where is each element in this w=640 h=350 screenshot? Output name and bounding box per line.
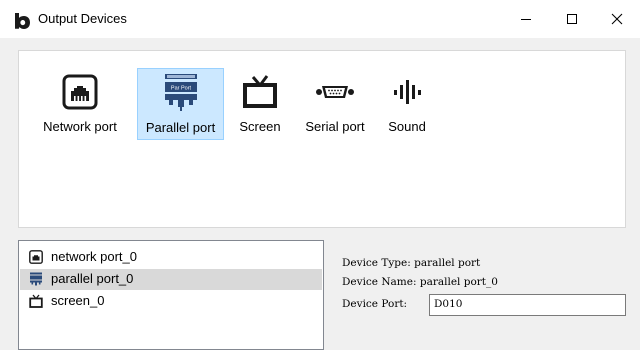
device-label: Screen (239, 119, 281, 134)
minimize-button[interactable] (503, 0, 549, 38)
close-icon (611, 13, 623, 25)
device-label: Serial port (305, 119, 365, 134)
sound-icon (394, 80, 421, 104)
device-network-port[interactable]: Network port (32, 68, 128, 140)
device-port-label: Device Port: (342, 298, 408, 310)
title-bar: Output Devices (0, 0, 640, 38)
device-screen[interactable]: Screen (232, 68, 288, 140)
minimize-icon (521, 19, 531, 20)
device-port-input[interactable]: D010 (429, 294, 626, 316)
parallel-port-icon (30, 272, 42, 286)
close-button[interactable] (594, 0, 640, 38)
device-type-label: Device Type: (342, 257, 415, 269)
maximize-icon (567, 14, 577, 24)
device-name-value: parallel port_0 (419, 276, 498, 288)
list-item[interactable]: parallel port_0 (20, 269, 322, 290)
serial-port-icon (316, 86, 354, 98)
list-item[interactable]: network port_0 (20, 247, 322, 268)
screen-icon (243, 75, 277, 108)
device-name-row: Device Name: parallel port_0 (342, 276, 498, 288)
device-parallel-port[interactable]: Par Port Parallel port (137, 68, 224, 140)
screen-icon (29, 294, 43, 308)
device-sound[interactable]: Sound (381, 68, 433, 140)
device-label: Network port (43, 119, 117, 134)
device-label: Parallel port (145, 120, 216, 135)
device-list[interactable]: network port_0 parallel port_0 screen_0 (18, 240, 324, 350)
app-logo-icon (15, 13, 30, 29)
par-port-text: Par Port (170, 86, 191, 92)
list-item-label: network port_0 (51, 249, 137, 264)
device-name-label: Device Name: (342, 276, 420, 288)
network-port-icon (29, 250, 43, 264)
maximize-button[interactable] (549, 0, 595, 38)
list-item-label: screen_0 (51, 293, 105, 308)
device-serial-port[interactable]: Serial port (295, 68, 375, 140)
list-item-label: parallel port_0 (51, 271, 134, 286)
parallel-port-icon: Par Port (164, 74, 197, 111)
network-port-icon (62, 74, 98, 110)
list-item[interactable]: screen_0 (20, 291, 322, 312)
device-label: Sound (388, 119, 426, 134)
device-type-value: parallel port (414, 257, 481, 269)
window-title: Output Devices (38, 11, 127, 26)
device-type-panel: Network port Par Port Parallel port Scre… (18, 50, 626, 228)
device-type-row: Device Type: parallel port (342, 257, 480, 269)
